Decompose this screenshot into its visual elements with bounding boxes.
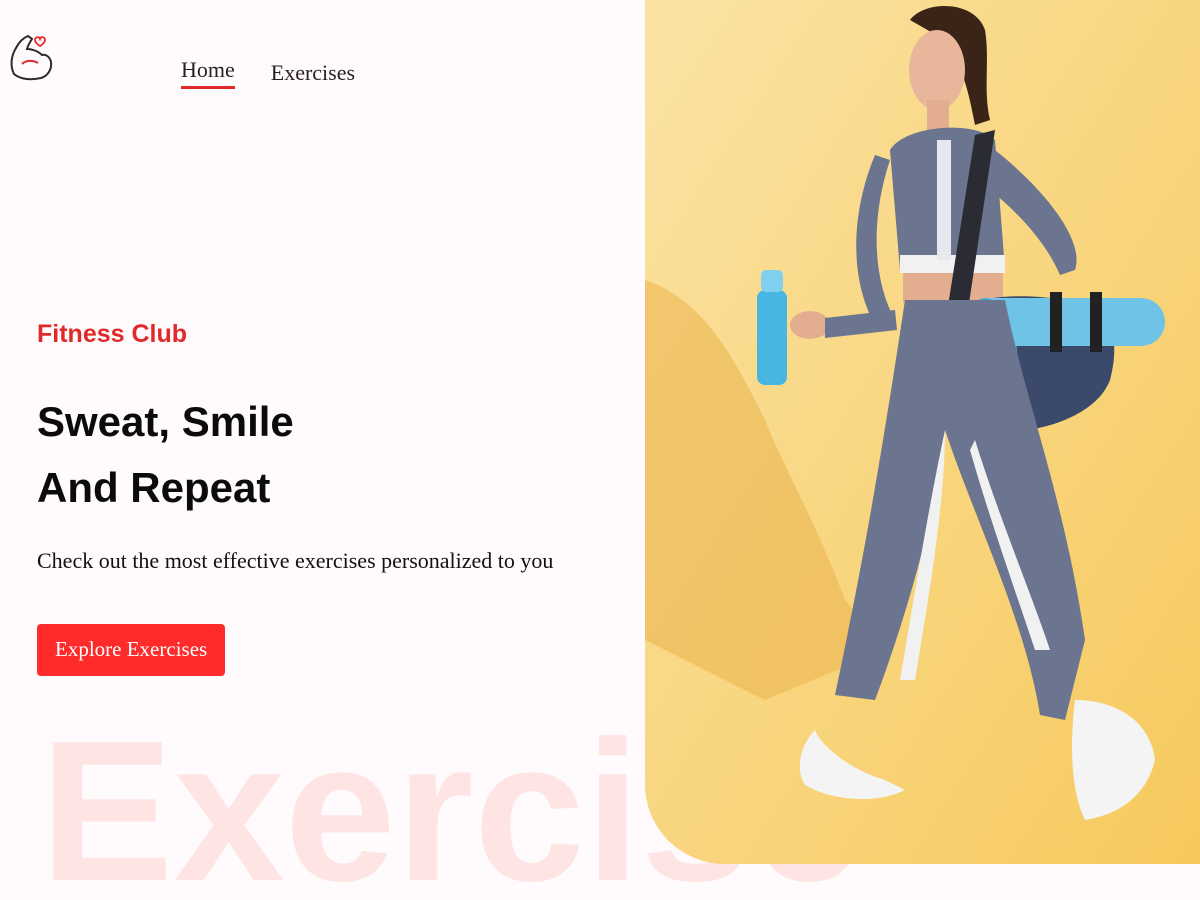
woman-walking-illustration bbox=[645, 0, 1200, 864]
explore-exercises-button[interactable]: Explore Exercises bbox=[37, 624, 226, 676]
main-nav: Home Exercises bbox=[181, 56, 355, 89]
hero-eyebrow: Fitness Club bbox=[37, 320, 188, 348]
hero-subtitle: Check out the most effective exercises p… bbox=[37, 548, 554, 573]
nav-home-link[interactable]: Home bbox=[181, 56, 235, 89]
hero-headline: Sweat, Smile And Repeat bbox=[37, 389, 597, 521]
hero-section: Fitness Club Sweat, Smile And Repeat Che… bbox=[37, 320, 597, 676]
headline-line-2: And Repeat bbox=[37, 464, 271, 511]
logo-icon[interactable] bbox=[8, 30, 56, 82]
hero-banner-image bbox=[645, 0, 1200, 864]
nav-exercises-link[interactable]: Exercises bbox=[271, 59, 355, 89]
headline-line-1: Sweat, Smile bbox=[37, 398, 294, 445]
